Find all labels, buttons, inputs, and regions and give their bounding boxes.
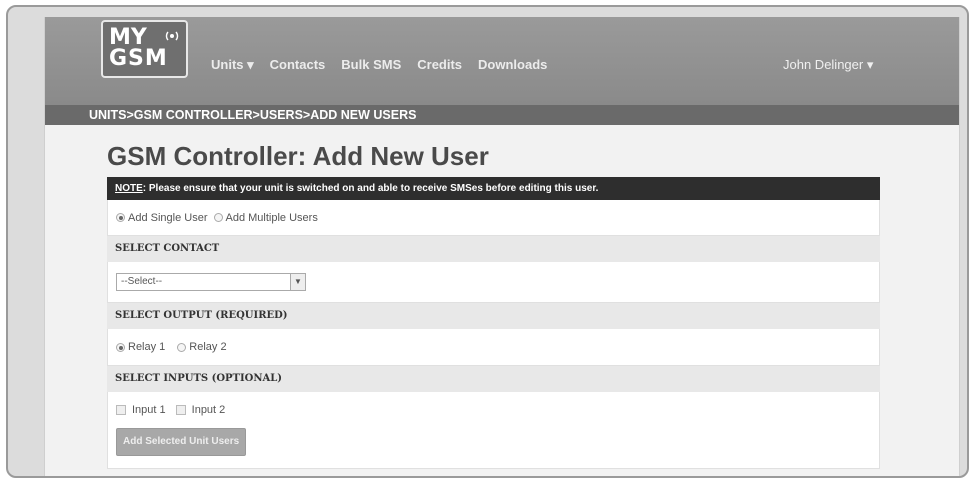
relay-2-radio[interactable]: [177, 342, 187, 352]
note-label: NOTE: [115, 183, 143, 194]
nav-downloads[interactable]: Downloads: [478, 57, 547, 73]
input-1-checkbox[interactable]: [116, 405, 126, 415]
page-title: GSM Controller: Add New User: [107, 141, 489, 171]
output-row: Relay 1 Relay 2: [108, 329, 879, 365]
add-selected-users-button[interactable]: Add Selected Unit Users: [116, 428, 247, 456]
logo-line-2: GSM: [109, 46, 168, 71]
contact-panel: --Select-- ▼: [107, 262, 880, 303]
multiple-users-radio[interactable]: [213, 213, 223, 222]
output-panel: Relay 1 Relay 2: [107, 329, 880, 366]
browser-frame: MY GSM Units ▾ Contacts Bulk SMS Credits…: [6, 5, 969, 478]
single-user-radio[interactable]: [116, 213, 125, 222]
relay-1-label: Relay 1: [128, 341, 166, 353]
user-name: John Delinger: [783, 57, 864, 72]
nav-units[interactable]: Units ▾: [211, 57, 254, 73]
select-contact-heading: SELECT CONTACT: [107, 236, 880, 262]
nav-bulk-sms[interactable]: Bulk SMS: [341, 57, 401, 73]
multiple-users-label: Add Multiple Users: [225, 211, 318, 224]
input-2-checkbox[interactable]: [175, 405, 186, 415]
dropdown-arrow-icon: ▼: [290, 274, 305, 290]
contact-select[interactable]: --Select-- ▼: [116, 273, 306, 291]
nav-contacts[interactable]: Contacts: [270, 57, 326, 73]
inputs-row: Input 1 Input 2: [108, 392, 879, 428]
input-1-label: Input 1: [132, 404, 166, 416]
signal-antenna-icon: [165, 31, 179, 41]
note-banner: NOTE: Please ensure that your unit is sw…: [107, 177, 880, 200]
inputs-panel: Input 1 Input 2 Add Selected Unit Users: [107, 392, 880, 469]
caret-down-icon: ▾: [866, 57, 874, 72]
page-container: MY GSM Units ▾ Contacts Bulk SMS Credits…: [44, 17, 960, 476]
input-2-label: Input 2: [191, 404, 226, 416]
select-output-heading: SELECT OUTPUT (REQUIRED): [107, 303, 880, 329]
breadcrumb-bar: UNITS>GSM CONTROLLER>USERS>ADD NEW USERS: [45, 105, 959, 125]
submit-row: Add Selected Unit Users: [108, 428, 879, 468]
relay-1-radio[interactable]: [116, 342, 125, 352]
single-user-label: Add Single User: [128, 211, 208, 224]
user-menu[interactable]: John Delinger ▾: [783, 57, 873, 73]
mygsm-logo[interactable]: MY GSM: [101, 20, 188, 78]
note-text: : Please ensure that your unit is switch…: [142, 183, 599, 194]
caret-down-icon: ▾: [247, 57, 254, 72]
mode-panel: Add Single User Add Multiple Users: [107, 200, 880, 236]
form-content: NOTE: Please ensure that your unit is sw…: [107, 177, 880, 469]
contact-row: --Select-- ▼: [108, 262, 879, 302]
breadcrumb: UNITS>GSM CONTROLLER>USERS>ADD NEW USERS: [89, 108, 417, 122]
top-navigation-bar: MY GSM Units ▾ Contacts Bulk SMS Credits…: [45, 17, 959, 105]
nav-credits[interactable]: Credits: [417, 57, 462, 73]
main-menu: Units ▾ Contacts Bulk SMS Credits Downlo…: [211, 57, 547, 73]
nav-units-label: Units: [211, 57, 244, 72]
select-inputs-heading: SELECT INPUTS (OPTIONAL): [107, 366, 880, 392]
mode-row: Add Single User Add Multiple Users: [108, 200, 879, 235]
contact-select-value: --Select--: [121, 276, 163, 287]
relay-2-label: Relay 2: [189, 341, 227, 353]
